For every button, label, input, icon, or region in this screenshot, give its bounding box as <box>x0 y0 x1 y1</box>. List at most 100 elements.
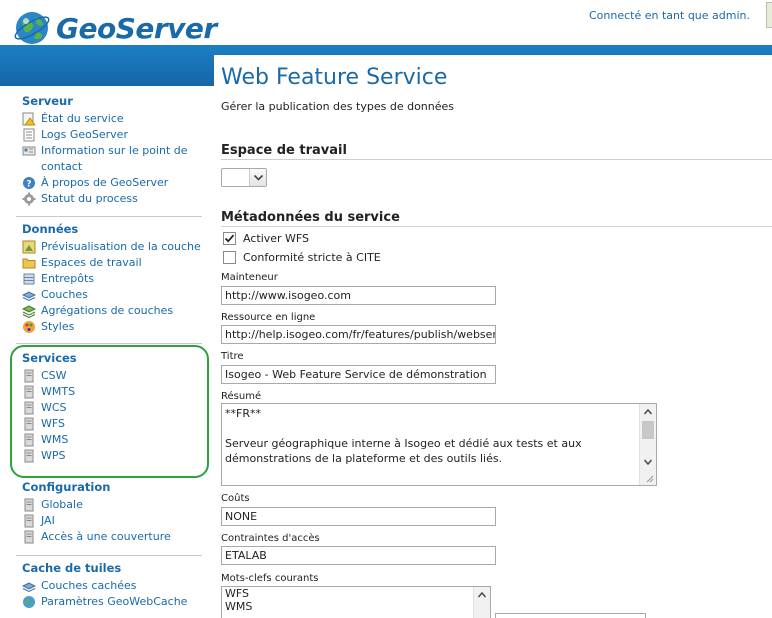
title-field[interactable]: Isogeo - Web Feature Service de démonstr… <box>221 365 496 384</box>
nav-heading-configuration: Configuration <box>22 480 111 494</box>
fees-label: Coûts <box>221 493 250 504</box>
sidebar-item-contact[interactable]: Information sur le point de contact <box>16 143 202 175</box>
sidebar-item-label: Information sur le point de contact <box>41 144 188 173</box>
globe-icon <box>23 596 35 608</box>
sidebar-item-cached-layers[interactable]: Couches cachées <box>16 578 202 594</box>
keywords-scrollbar[interactable] <box>473 587 490 618</box>
geoserver-logo[interactable]: GeoServer <box>12 8 217 48</box>
server-icon <box>24 498 34 512</box>
warning-icon <box>22 112 36 126</box>
chevron-down-icon <box>253 174 264 181</box>
nav-heading-tile-cache: Cache de tuiles <box>22 561 122 575</box>
maintainer-label: Mainteneur <box>221 272 278 283</box>
scroll-up-icon[interactable] <box>477 590 487 600</box>
log-icon <box>23 128 35 142</box>
sidebar-item-label: État du service <box>41 112 124 125</box>
sidebar-item-about[interactable]: ? À propos de GeoServer <box>16 175 202 191</box>
nav-heading-donnees: Données <box>22 222 79 236</box>
sidebar-item-process-status[interactable]: Statut du process <box>16 191 202 207</box>
sidebar-item-label: Couches <box>41 288 88 301</box>
palette-icon <box>23 321 35 333</box>
sidebar-item-styles[interactable]: Styles <box>16 319 202 335</box>
keywords-label: Mots-clefs courants <box>221 573 319 584</box>
scrollbar-thumb[interactable] <box>642 421 654 439</box>
sidebar-item-stores[interactable]: Entrepôts <box>16 271 202 287</box>
abstract-text: **FR** Serveur géographique interne à Is… <box>225 407 582 465</box>
sidebar-item-layers[interactable]: Couches <box>16 287 202 303</box>
layer-group-icon <box>22 305 36 318</box>
layer-icon <box>22 291 36 302</box>
enable-wfs-checkbox[interactable] <box>223 232 236 245</box>
keywords-list[interactable]: WFS WMS <box>221 586 491 618</box>
dropdown-button[interactable] <box>249 169 266 186</box>
sidebar-item-label: Logs GeoServer <box>41 128 128 141</box>
strict-cite-row[interactable]: Conformité stricte à CITE <box>223 251 381 264</box>
checkmark-icon <box>224 234 235 243</box>
section-divider <box>221 226 772 227</box>
sidebar: Serveur État du service Logs GeoServer I… <box>0 86 214 618</box>
sidebar-item-global[interactable]: Globale <box>16 497 202 513</box>
sidebar-item-logs[interactable]: Logs GeoServer <box>16 127 202 143</box>
login-status: Connecté en tant que admin. <box>589 9 750 22</box>
title-label: Titre <box>221 351 244 362</box>
access-constraints-label: Contraintes d'accès <box>221 533 320 544</box>
enable-wfs-label: Activer WFS <box>243 232 310 245</box>
fees-field[interactable]: NONE <box>221 507 496 526</box>
tile-layer-icon <box>22 582 36 593</box>
sidebar-item-layer-groups[interactable]: Agrégations de couches <box>16 303 202 319</box>
keyword-item[interactable]: WFS <box>222 587 490 600</box>
nav-section-donnees: Données Prévisualisation de la couche Es… <box>16 219 202 335</box>
main-content: Web Feature Service Gérer la publication… <box>214 55 772 618</box>
sidebar-item-coverage-access[interactable]: Accès à une couverture <box>16 529 202 545</box>
metadata-heading: Métadonnées du service <box>221 210 400 225</box>
page-description: Gérer la publication des types de donnée… <box>221 100 455 113</box>
online-resource-field[interactable]: http://help.isogeo.com/fr/features/publi… <box>221 325 496 344</box>
sidebar-item-label: Paramètres GeoWebCache <box>41 595 188 608</box>
maintainer-field[interactable]: http://www.isogeo.com <box>221 286 496 305</box>
nav-divider <box>16 343 202 344</box>
sidebar-item-label: Accès à une couverture <box>41 530 171 543</box>
folder-icon <box>22 258 36 269</box>
sidebar-item-layer-preview[interactable]: Prévisualisation de la couche <box>16 239 202 255</box>
scroll-down-icon[interactable] <box>643 457 653 467</box>
nav-section-configuration: Configuration Globale JAI Accès à une co… <box>16 477 202 545</box>
geoserver-app: GeoServer Connecté en tant que admin. Se… <box>0 0 772 618</box>
keyword-input[interactable] <box>495 613 646 618</box>
sidebar-item-label: Couches cachées <box>41 579 137 592</box>
store-icon <box>23 273 35 285</box>
sidebar-item-label: Agrégations de couches <box>41 304 174 317</box>
strict-cite-checkbox[interactable] <box>223 251 236 264</box>
server-icon <box>24 514 34 528</box>
keyword-item[interactable]: WMS <box>222 600 490 613</box>
gear-icon <box>22 192 36 206</box>
sidebar-item-server-status[interactable]: État du service <box>16 111 202 127</box>
enable-wfs-row[interactable]: Activer WFS <box>223 232 309 245</box>
sidebar-item-label: Styles <box>41 320 75 333</box>
logout-button[interactable] <box>766 2 772 28</box>
abstract-textarea[interactable]: **FR** Serveur géographique interne à Is… <box>221 403 657 486</box>
sidebar-item-label: Entrepôts <box>41 272 95 285</box>
sidebar-item-label: Globale <box>41 498 83 511</box>
sidebar-item-label: À propos de GeoServer <box>41 176 169 189</box>
nav-section-serveur: Serveur État du service Logs GeoServer I… <box>16 91 202 207</box>
globe-logo-icon <box>14 12 50 44</box>
online-resource-label: Ressource en ligne <box>221 312 316 323</box>
preview-icon <box>22 240 36 254</box>
services-highlight <box>10 345 209 478</box>
sidebar-item-label: Espaces de travail <box>41 256 142 269</box>
sidebar-item-jai[interactable]: JAI <box>16 513 202 529</box>
nav-section-tile-cache: Cache de tuiles Couches cachées Paramètr… <box>16 558 202 610</box>
sidebar-item-workspaces[interactable]: Espaces de travail <box>16 255 202 271</box>
page-title: Web Feature Service <box>221 65 448 90</box>
resize-grip-icon[interactable] <box>644 473 654 483</box>
sidebar-item-label: JAI <box>41 514 55 527</box>
sidebar-item-geowebcache-settings[interactable]: Paramètres GeoWebCache <box>16 594 202 610</box>
nav-divider <box>16 216 202 217</box>
sidebar-item-label: Statut du process <box>41 192 138 205</box>
access-constraints-field[interactable]: ETALAB <box>221 546 496 565</box>
workspace-heading: Espace de travail <box>221 143 347 158</box>
brand-name: GeoServer <box>56 11 217 45</box>
scroll-up-icon[interactable] <box>643 407 653 417</box>
workspace-select[interactable] <box>221 168 267 187</box>
nav-heading-serveur: Serveur <box>22 94 73 108</box>
